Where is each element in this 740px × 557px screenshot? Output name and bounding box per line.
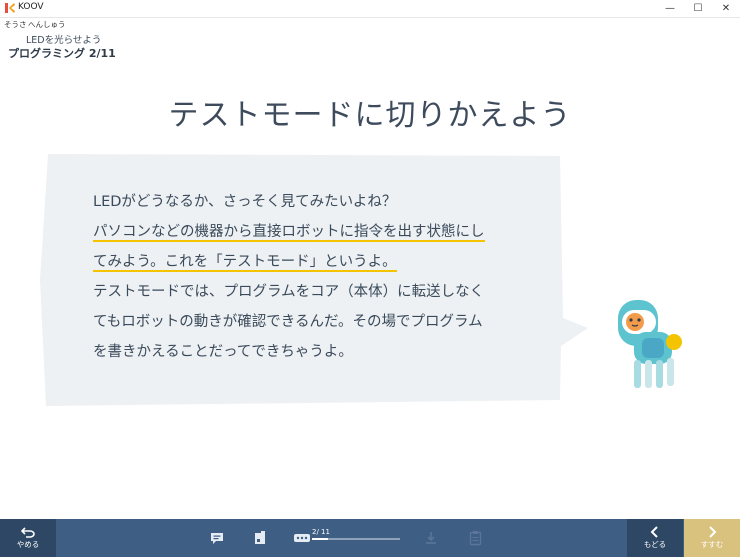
maximize-button[interactable]: ☐ [684, 0, 712, 17]
hint-button[interactable] [208, 529, 226, 547]
quit-button[interactable]: やめる [0, 519, 56, 557]
chevron-left-icon [650, 526, 658, 538]
bubble-line-highlight: パソコンなどの機器から直接ロボットに指令を出す状態にし [93, 224, 485, 240]
robot-mascot-icon [618, 300, 682, 388]
clipboard-button [466, 529, 484, 547]
bubble-line-highlight: てみよう。これを「テストモード」というよ。 [93, 254, 397, 270]
window-titlebar: KOOV — ☐ ✕ [0, 0, 740, 18]
next-label: すすむ [700, 540, 724, 549]
page-heading: テストモードに切りかえよう [168, 98, 572, 133]
breadcrumb: LEDを光らせよう [26, 35, 102, 46]
blocks-icon [255, 531, 265, 544]
menu-item-edit[interactable]: へんしゅう [28, 19, 66, 30]
footer-toolbar: やめる 2/ 11 もどる すすむ [0, 519, 740, 557]
section-title: プログラミング 2/11 [8, 47, 116, 60]
speech-bubble-icon [211, 532, 223, 544]
back-button[interactable]: もどる [627, 519, 683, 557]
quit-label: やめる [16, 539, 40, 549]
minimize-button[interactable]: — [656, 0, 684, 17]
progress-bar [312, 538, 400, 540]
bubble-text: LEDがどうなるか、さっそく見てみたいよね？ パソコンなどの機器から直接ロボット… [93, 187, 523, 367]
window-title: KOOV [18, 2, 44, 12]
next-button[interactable]: すすむ [684, 519, 740, 557]
progress-label: 2/ 11 [312, 528, 330, 536]
progress-fill [312, 538, 328, 540]
robot-board-icon [294, 534, 310, 542]
menu-bar: そうさ へんしゅう [0, 18, 740, 29]
robot-connection-button[interactable] [293, 529, 311, 547]
transfer-icon [426, 532, 436, 544]
undo-arrow-icon [21, 526, 35, 538]
bubble-line: てもロボットの動きが確認できるんだ。その場でプログラム [93, 314, 483, 330]
clipboard-icon [469, 531, 481, 546]
block-list-button[interactable] [251, 529, 269, 547]
bubble-line: を書きかえることだってできちゃうよ。 [93, 344, 353, 360]
transfer-button [422, 529, 440, 547]
chevron-right-icon [709, 526, 717, 538]
menu-item-operate[interactable]: そうさ [4, 19, 27, 30]
back-label: もどる [643, 540, 667, 549]
koov-logo-icon [5, 3, 15, 13]
bubble-line: LEDがどうなるか、さっそく見てみたいよね？ [93, 194, 397, 210]
bubble-line: テストモードでは、プログラムをコア（本体）に転送しなく [93, 284, 485, 300]
close-button[interactable]: ✕ [712, 0, 740, 17]
